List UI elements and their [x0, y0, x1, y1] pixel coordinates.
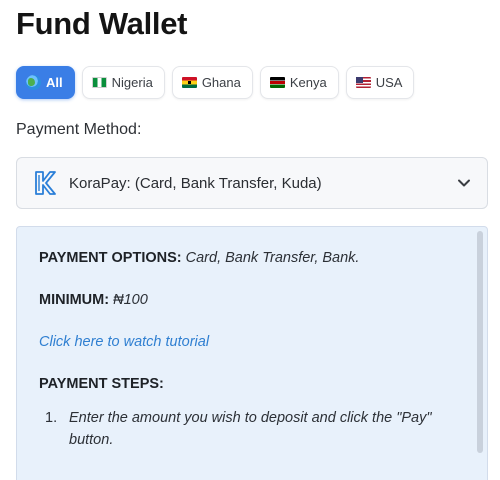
payment-options-label: PAYMENT OPTIONS:	[39, 250, 182, 266]
payment-options-row: PAYMENT OPTIONS: Card, Bank Transfer, Ba…	[39, 247, 463, 269]
tab-label: All	[46, 75, 63, 90]
payment-steps-label: PAYMENT STEPS:	[39, 376, 164, 392]
minimum-value: ₦100	[113, 292, 148, 308]
payment-method-label: Payment Method:	[16, 121, 142, 138]
step-text: Enter the amount you wish to deposit and…	[69, 410, 432, 448]
tutorial-link[interactable]: Click here to watch tutorial	[39, 334, 209, 350]
tab-all[interactable]: All	[16, 66, 75, 99]
payment-details-panel: PAYMENT OPTIONS: Card, Bank Transfer, Ba…	[16, 226, 488, 480]
ghana-flag-icon	[181, 77, 197, 88]
globe-icon	[26, 75, 41, 90]
step-number: 1.	[45, 410, 58, 426]
tab-ghana[interactable]: Ghana	[171, 66, 253, 99]
tab-usa[interactable]: USA	[345, 66, 415, 99]
scroll-fade	[17, 467, 487, 480]
tab-nigeria[interactable]: Nigeria	[81, 66, 165, 99]
payment-steps-list: 1. Enter the amount you wish to deposit …	[39, 407, 463, 451]
tab-kenya[interactable]: Kenya	[259, 66, 339, 99]
country-filter-tabs: All Nigeria Ghana Kenya USA	[16, 66, 415, 99]
kenya-flag-icon	[269, 77, 285, 88]
payment-options-value: Card, Bank Transfer, Bank.	[185, 250, 360, 266]
tab-label: Ghana	[201, 75, 241, 90]
usa-flag-icon	[355, 77, 371, 88]
tab-label: Nigeria	[111, 75, 153, 90]
korapay-logo-icon	[35, 171, 56, 195]
payment-method-select[interactable]: KoraPay: (Card, Bank Transfer, Kuda)	[16, 157, 488, 209]
minimum-row: MINIMUM: ₦100	[39, 289, 463, 311]
minimum-label: MINIMUM:	[39, 292, 110, 308]
tab-label: Kenya	[289, 75, 327, 90]
tab-label: USA	[375, 75, 403, 90]
panel-scrollbar[interactable]	[477, 231, 483, 453]
nigeria-flag-icon	[91, 77, 107, 88]
chevron-down-icon	[458, 179, 470, 187]
list-item: 1. Enter the amount you wish to deposit …	[39, 407, 463, 451]
selected-payment-method: KoraPay: (Card, Bank Transfer, Kuda)	[69, 174, 322, 192]
page-title: Fund Wallet	[16, 6, 188, 41]
